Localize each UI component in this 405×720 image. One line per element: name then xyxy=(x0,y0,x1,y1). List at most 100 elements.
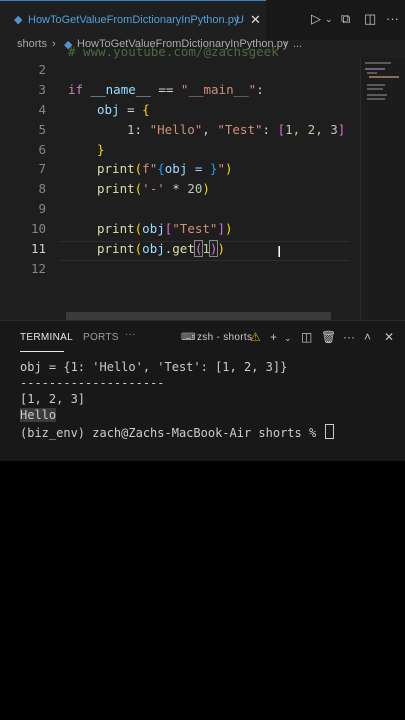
code-token: : xyxy=(256,82,264,97)
close-icon[interactable]: ✕ xyxy=(250,12,261,28)
editor-tab[interactable]: ◆ HowToGetValueFromDictionaryInPython.py… xyxy=(0,0,266,40)
line-number: 3 xyxy=(38,82,46,97)
code-token: obj xyxy=(97,102,120,117)
line-number: 4 xyxy=(38,102,46,117)
terminal-output-line: [1, 2, 3] xyxy=(20,392,86,406)
minimap-line xyxy=(367,98,385,100)
code-token: ] xyxy=(217,221,225,236)
line-number: 8 xyxy=(38,181,46,196)
run-icon[interactable]: ▷ xyxy=(311,11,321,27)
code-line: obj = { xyxy=(97,102,150,117)
code-token: obj = xyxy=(164,161,210,176)
terminal-output-line: obj = {1: 'Hello', 'Test': [1, 2, 3]} xyxy=(20,360,288,374)
horizontal-scrollbar[interactable] xyxy=(66,312,331,320)
line-number: 7 xyxy=(38,161,46,176)
mouse-cursor-icon: I xyxy=(277,244,282,261)
tab-bar: ◆ HowToGetValueFromDictionaryInPython.py… xyxy=(0,0,405,40)
minimap[interactable] xyxy=(360,58,405,320)
minimap-line xyxy=(367,94,387,96)
code-token: '-' xyxy=(142,181,165,196)
code-token: 1 xyxy=(127,122,135,137)
more-icon[interactable]: ··· xyxy=(386,11,399,26)
add-terminal-icon[interactable]: + xyxy=(270,330,277,344)
active-tab-indicator xyxy=(20,351,64,352)
line-number: 6 xyxy=(38,142,46,157)
breadcrumb-separator-icon: › xyxy=(52,38,56,50)
minimap-line xyxy=(367,72,377,74)
top-comment: # www.youtube.com/@zachsgeek xyxy=(68,44,279,59)
code-token: ) xyxy=(224,221,233,236)
minimap-line xyxy=(365,68,385,70)
code-token: ) xyxy=(217,241,225,256)
code-token: == xyxy=(158,82,174,97)
line-number: 10 xyxy=(30,221,46,236)
code-token: print xyxy=(97,221,135,236)
close-panel-icon[interactable]: ✕ xyxy=(384,330,394,344)
trash-icon[interactable]: 🗑 xyxy=(321,330,336,344)
warning-icon[interactable]: ⚠ xyxy=(250,330,261,344)
code-token: 20 xyxy=(187,181,203,196)
terminal-cursor xyxy=(325,424,335,439)
code-editor[interactable]: # www.youtube.com/@zachsgeek 2 3 4 5 6 7… xyxy=(0,44,405,320)
code-line: if __name__ == "__main__": xyxy=(68,82,264,97)
python-file-icon: ◆ xyxy=(14,14,23,26)
vscode-window: ◆ HowToGetValueFromDictionaryInPython.py… xyxy=(0,0,405,461)
code-token: __name__ xyxy=(83,82,159,97)
code-token: obj xyxy=(142,221,165,236)
code-token: : xyxy=(262,122,278,137)
code-token: ] xyxy=(337,122,346,137)
code-token: 1 xyxy=(202,241,210,256)
code-token: print xyxy=(97,161,135,176)
terminal-panel: TERMINAL PORTS ··· ⌨ zsh - shorts ⚠ + ⌄ … xyxy=(0,320,405,461)
tab-ports[interactable]: PORTS xyxy=(83,332,119,343)
line-number: 12 xyxy=(30,261,46,276)
line-number: 5 xyxy=(38,122,46,137)
line-number: 2 xyxy=(38,62,46,77)
code-token: get xyxy=(172,241,195,256)
code-token: print xyxy=(97,181,135,196)
minimap-line xyxy=(369,76,399,78)
code-line: print(obj["Test"]) xyxy=(97,221,233,236)
code-token: " xyxy=(217,161,225,176)
minimap-line xyxy=(365,62,391,64)
tab-terminal[interactable]: TERMINAL xyxy=(20,332,73,343)
terminal-output-line: -------------------- xyxy=(20,376,165,390)
code-line: 1: "Hello", "Test": [1, 2, 3] xyxy=(127,122,345,137)
chevron-down-icon[interactable]: ⌄ xyxy=(284,333,292,344)
breadcrumb-more[interactable]: ... xyxy=(293,38,302,50)
panel-more-button[interactable]: ··· xyxy=(125,329,136,340)
code-token: * xyxy=(164,181,188,196)
chevron-down-icon[interactable]: ⌄ xyxy=(325,14,333,25)
split-editor-icon[interactable]: ◫ xyxy=(364,11,376,27)
split-terminal-icon[interactable]: ◫ xyxy=(301,330,312,344)
code-token: if xyxy=(68,82,84,97)
code-token: obj. xyxy=(142,241,173,256)
code-token: "__main__" xyxy=(173,82,257,97)
line-number: 11 xyxy=(30,241,46,256)
tab-filename: HowToGetValueFromDictionaryInPython.py xyxy=(28,14,240,26)
code-token: , xyxy=(202,122,218,137)
code-token: ) xyxy=(202,181,210,196)
code-token: } xyxy=(97,142,105,157)
terminal-shell-label[interactable]: zsh - shorts xyxy=(197,332,252,343)
code-token: : xyxy=(134,122,150,137)
code-line: print('-' * 20) xyxy=(97,181,210,196)
compare-changes-icon[interactable]: ⧉ xyxy=(341,11,350,27)
minimap-line xyxy=(367,84,385,86)
prompt-text: (biz_env) zach@Zachs-MacBook-Air shorts … xyxy=(20,426,324,440)
breadcrumb-folder[interactable]: shorts xyxy=(17,38,47,50)
more-icon[interactable]: ··· xyxy=(343,330,355,344)
code-line: } xyxy=(97,142,105,157)
terminal-prompt[interactable]: (biz_env) zach@Zachs-MacBook-Air shorts … xyxy=(20,424,335,440)
minimap-line xyxy=(367,88,383,90)
code-token: 1, 2, 3 xyxy=(285,122,338,137)
terminal-icon: ⌨ xyxy=(181,332,196,343)
code-line: print(obj.get(1)) xyxy=(97,240,225,257)
code-token: "Test" xyxy=(172,221,218,236)
git-status-badge: U xyxy=(236,14,244,26)
code-line: print(f"{obj = }") xyxy=(97,161,233,176)
code-token: "Hello" xyxy=(149,122,203,137)
code-token: print xyxy=(97,241,135,256)
chevron-up-icon[interactable]: ˄ xyxy=(364,330,371,344)
code-token: f" xyxy=(142,161,158,176)
